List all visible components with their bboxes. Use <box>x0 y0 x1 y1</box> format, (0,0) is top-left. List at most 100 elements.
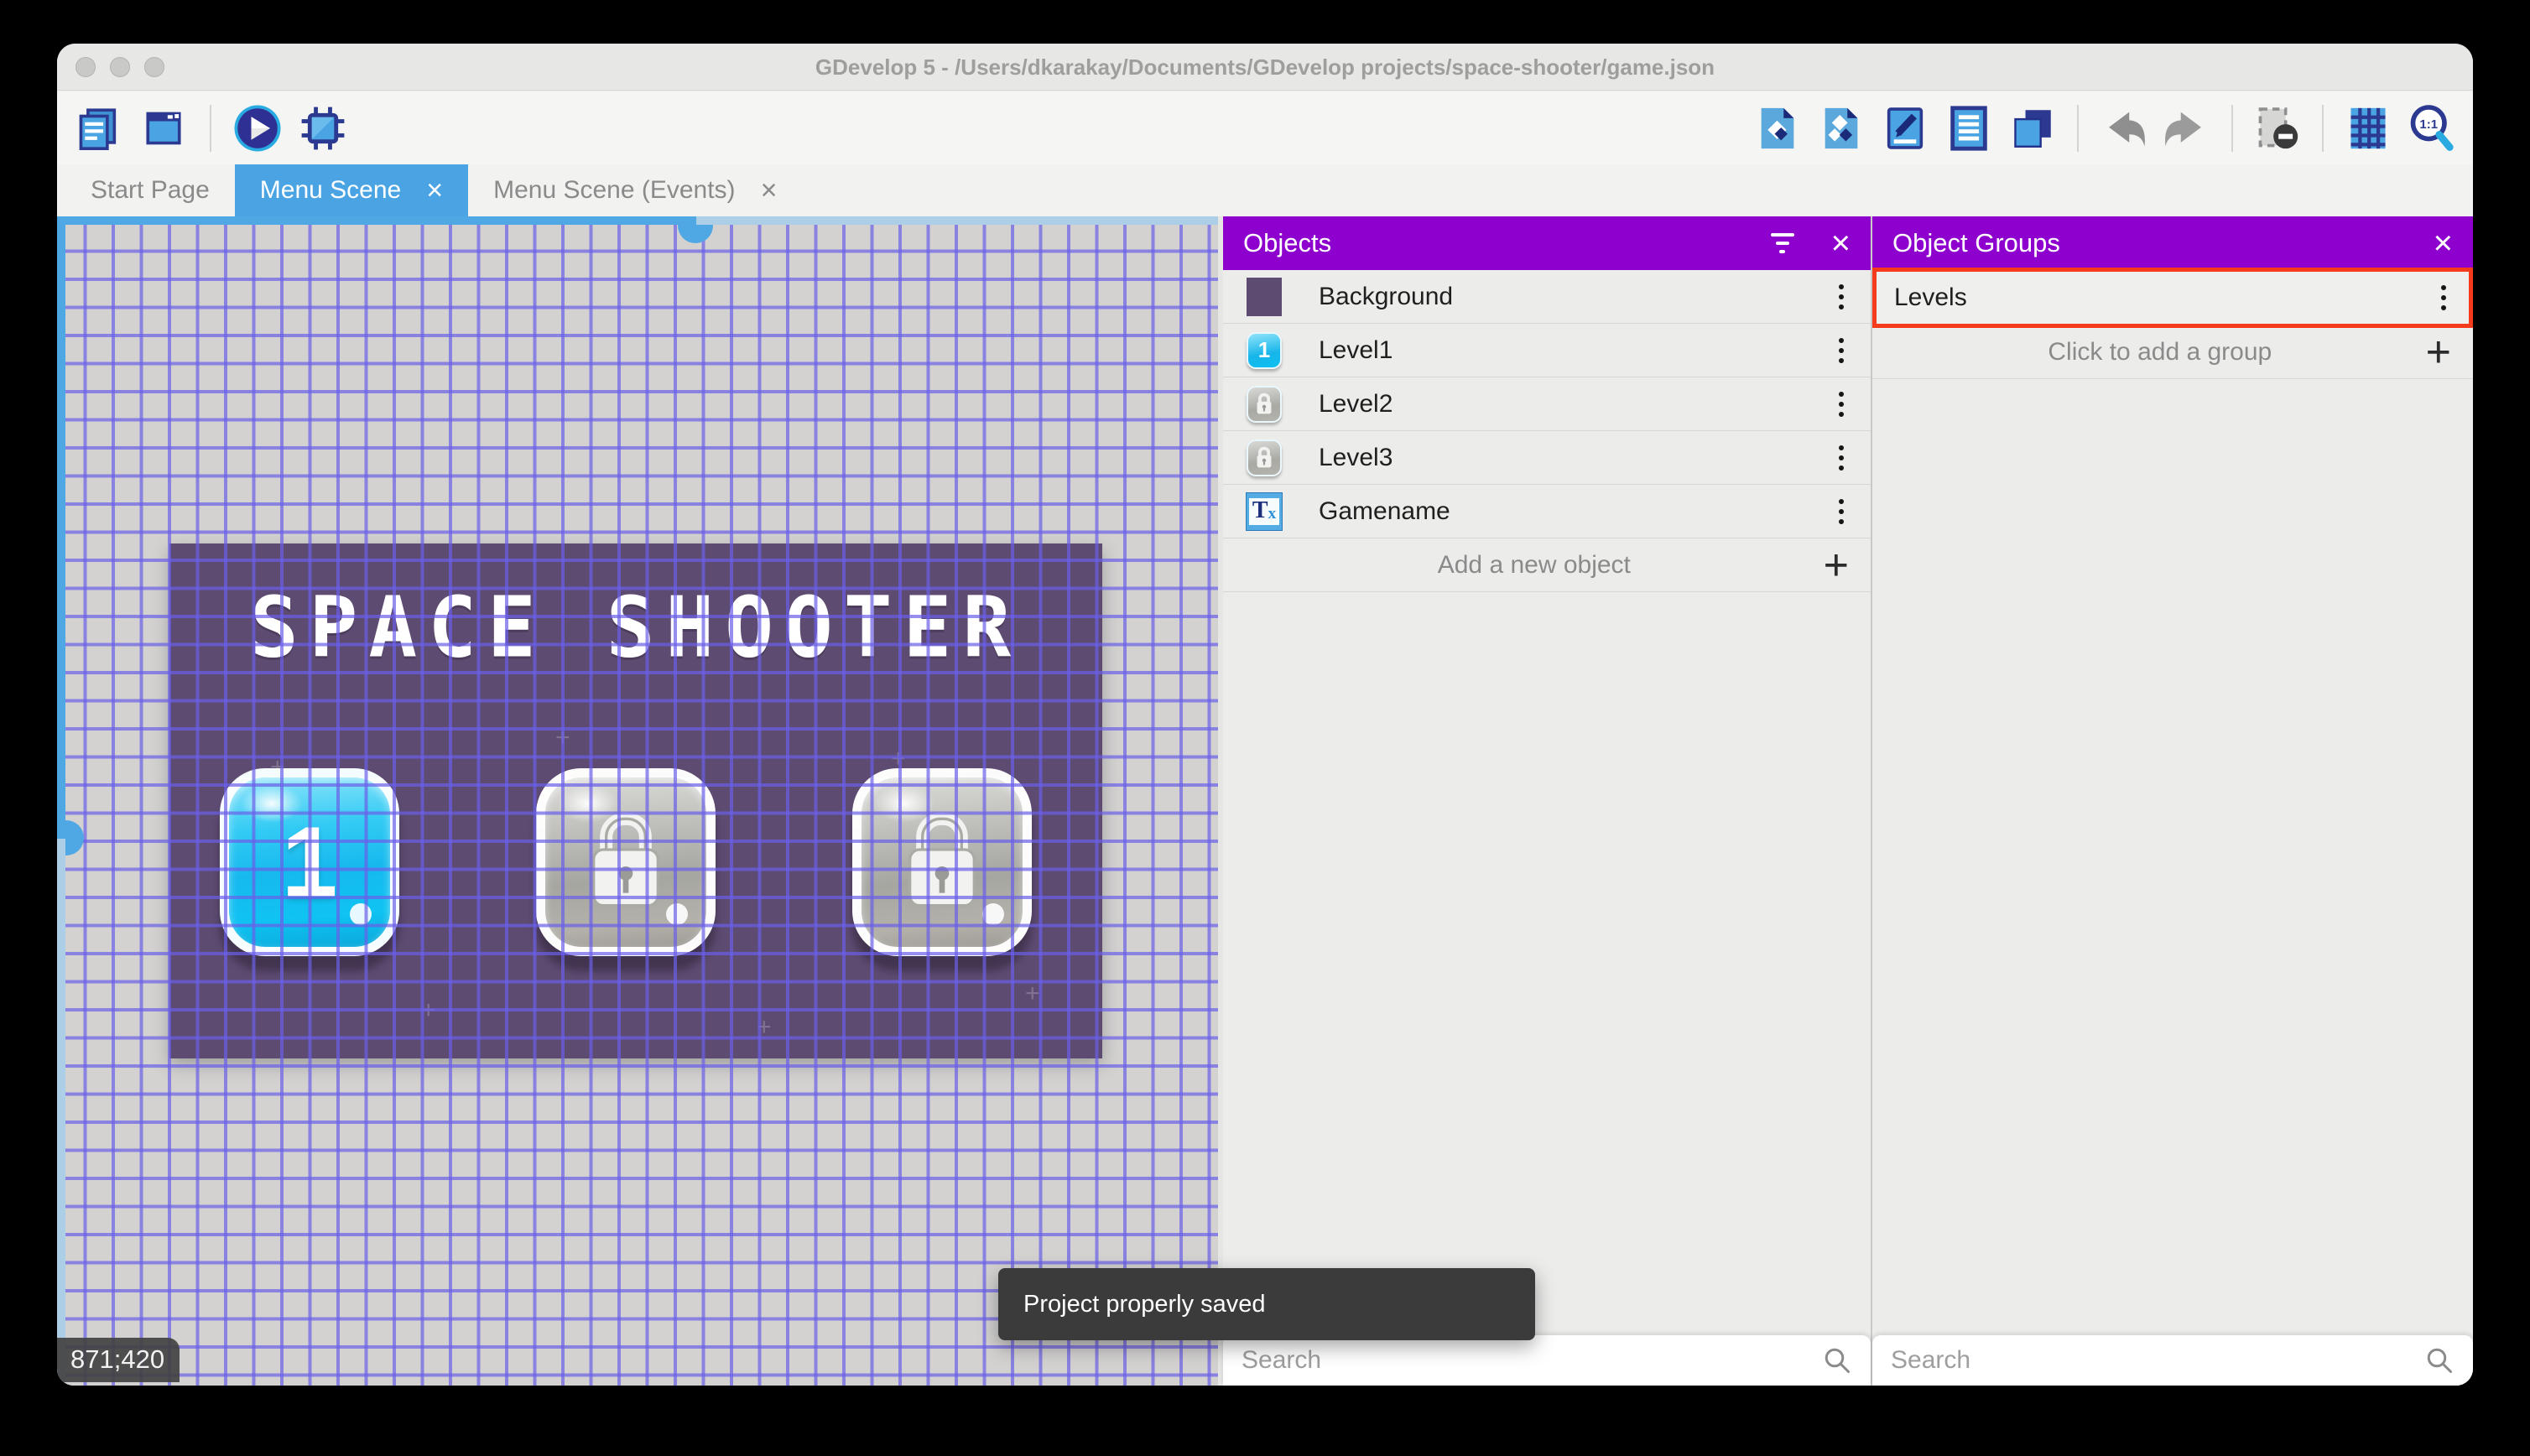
object-name: Gamename <box>1319 497 1450 525</box>
project-manager-icon <box>79 107 117 150</box>
object-name: Level1 <box>1319 335 1393 364</box>
layers-icon <box>2014 109 2051 148</box>
horizontal-scrollbar-handle[interactable] <box>678 225 713 243</box>
filter-icon[interactable] <box>1770 233 1794 253</box>
objects-editor-button[interactable] <box>1752 102 1804 154</box>
tab-label: Start Page <box>91 176 210 204</box>
level3-button-instance[interactable] <box>852 768 1032 956</box>
object-groups-panel: Object Groups × Levels Click to add a gr… <box>1872 216 2473 1386</box>
toolbar-left <box>57 102 349 154</box>
level2-button-instance[interactable] <box>536 768 716 956</box>
lock-icon <box>592 812 659 907</box>
vertical-scrollbar[interactable] <box>57 216 84 1386</box>
lock-icon <box>1257 446 1272 467</box>
add-group-row[interactable]: Click to add a group + <box>1872 325 2473 379</box>
add-group-label: Click to add a group <box>2048 337 2272 366</box>
tab-menu-scene-events[interactable]: Menu Scene (Events) × <box>468 164 802 216</box>
level1-button-instance[interactable]: 1 <box>220 768 399 956</box>
cursor-coordinates-badge: 871;420 <box>57 1338 180 1382</box>
toolbar-separator <box>2077 104 2079 152</box>
tab-bar: Start Page Menu Scene × Menu Scene (Even… <box>57 164 2473 216</box>
undo-icon <box>2109 112 2145 147</box>
plus-icon[interactable]: + <box>1824 543 1849 587</box>
objects-search-input[interactable] <box>1242 1346 1822 1375</box>
horizontal-scrollbar-track <box>57 216 696 225</box>
lock-icon <box>1257 393 1272 413</box>
group-menu-icon[interactable] <box>2436 280 2451 315</box>
plus-icon[interactable]: + <box>2426 330 2451 374</box>
debug-button[interactable] <box>297 102 349 154</box>
close-panel-icon[interactable]: × <box>1831 226 1851 260</box>
scene-canvas[interactable]: SPACE SHOOTER + + + + + + 1 871;420 <box>57 216 1223 1386</box>
objects-search-bar <box>1223 1335 1871 1386</box>
tab-label: Menu Scene (Events) <box>493 176 736 204</box>
search-icon <box>2427 1348 2452 1373</box>
sparkle-decoration: + <box>421 996 436 1024</box>
save-toast: Project properly saved <box>998 1268 1535 1340</box>
grid-icon <box>2350 107 2386 148</box>
close-tab-icon[interactable]: × <box>426 176 443 205</box>
object-thumbnail <box>1245 385 1283 424</box>
toolbar-right: 1:1 <box>1752 102 2473 154</box>
properties-button[interactable] <box>1879 102 1931 154</box>
horizontal-scrollbar[interactable] <box>57 216 1218 243</box>
objects-panel: Objects × Background 1 Level1 Level2 Lev… <box>1223 216 1872 1386</box>
object-menu-icon[interactable] <box>1834 333 1849 368</box>
tab-label: Menu Scene <box>259 176 402 204</box>
grid-button[interactable] <box>2342 102 2394 154</box>
object-menu-icon[interactable] <box>1834 387 1849 422</box>
close-tab-icon[interactable]: × <box>761 176 778 205</box>
close-panel-icon[interactable]: × <box>2434 226 2453 260</box>
toolbar-separator <box>210 104 211 152</box>
scene-window-icon <box>146 112 181 144</box>
object-row-level1[interactable]: 1 Level1 <box>1223 324 1871 377</box>
object-name: Level3 <box>1319 443 1393 471</box>
groups-search-bar <box>1872 1335 2473 1386</box>
object-row-level2[interactable]: Level2 <box>1223 377 1871 431</box>
level-number: 1 <box>281 806 338 918</box>
lock-icon <box>908 812 976 907</box>
group-row-levels[interactable]: Levels <box>1872 270 2473 325</box>
object-row-gamename[interactable]: Tx Gamename <box>1223 485 1871 538</box>
zoom-original-button[interactable]: 1:1 <box>2406 102 2458 154</box>
instances-list-button[interactable] <box>1943 102 1995 154</box>
window-mask-button[interactable] <box>2251 102 2304 154</box>
instances-list-icon <box>1950 105 1987 151</box>
project-manager-button[interactable] <box>72 102 124 154</box>
properties-icon <box>1887 107 1924 149</box>
object-thumbnail <box>1245 439 1283 477</box>
add-object-label: Add a new object <box>1437 550 1631 579</box>
layers-button[interactable] <box>2007 102 2059 154</box>
object-groups-panel-title: Object Groups <box>1892 228 2060 257</box>
object-menu-icon[interactable] <box>1834 279 1849 315</box>
object-groups-button[interactable] <box>1815 102 1867 154</box>
group-name: Levels <box>1894 283 1967 311</box>
vertical-scrollbar-track <box>57 216 65 839</box>
tab-start-page[interactable]: Start Page <box>65 164 235 216</box>
preview-play-button[interactable] <box>232 102 284 154</box>
background-object-instance[interactable]: SPACE SHOOTER + + + + + + 1 <box>169 543 1102 1058</box>
tab-menu-scene[interactable]: Menu Scene × <box>234 164 469 216</box>
sparkle-decoration: + <box>757 1013 772 1041</box>
object-row-level3[interactable]: Level3 <box>1223 431 1871 485</box>
object-menu-icon[interactable] <box>1834 440 1849 476</box>
object-menu-icon[interactable] <box>1834 494 1849 529</box>
toolbar: 1:1 <box>57 91 2473 164</box>
main-area: SPACE SHOOTER + + + + + + 1 871;420 Obje… <box>57 216 2473 1386</box>
zoom-1-1-icon: 1:1 <box>2410 104 2454 151</box>
debug-icon <box>301 107 345 149</box>
object-groups-panel-header: Object Groups × <box>1872 216 2473 270</box>
vertical-scrollbar-handle[interactable] <box>65 820 84 855</box>
groups-search-input[interactable] <box>1891 1346 2424 1375</box>
object-row-background[interactable]: Background <box>1223 270 1871 324</box>
objects-panel-title: Objects <box>1243 228 1332 257</box>
undo-button[interactable] <box>2097 102 2149 154</box>
redo-button[interactable] <box>2161 102 2213 154</box>
object-thumbnail: Tx <box>1245 491 1283 531</box>
objects-editor-icon <box>1761 107 1794 148</box>
sparkle-decoration: + <box>555 724 570 751</box>
add-object-row[interactable]: Add a new object + <box>1223 538 1871 592</box>
app-window: GDevelop 5 - /Users/dkarakay/Documents/G… <box>57 44 2473 1386</box>
window-title: GDevelop 5 - /Users/dkarakay/Documents/G… <box>815 55 1715 80</box>
scene-window-button[interactable] <box>138 102 190 154</box>
